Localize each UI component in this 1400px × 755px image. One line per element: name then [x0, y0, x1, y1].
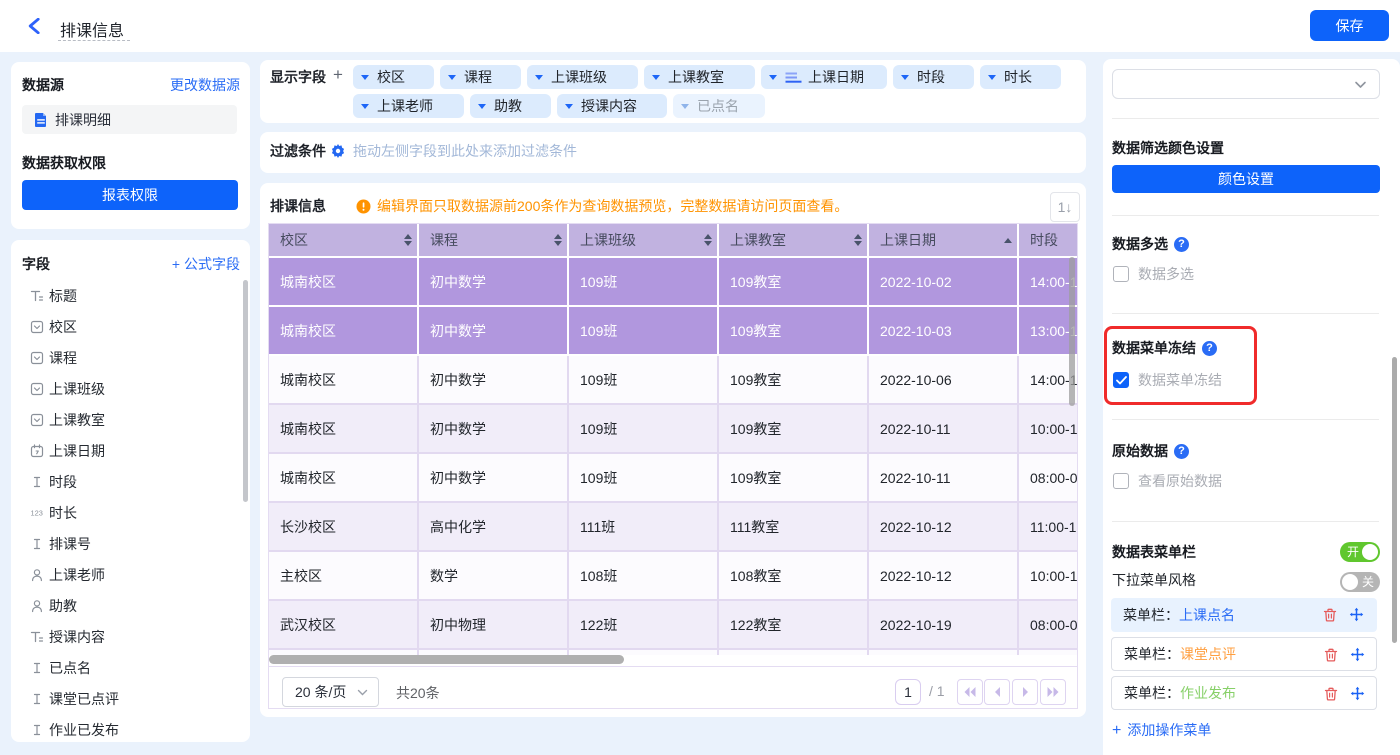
svg-text:123: 123 — [30, 508, 42, 517]
